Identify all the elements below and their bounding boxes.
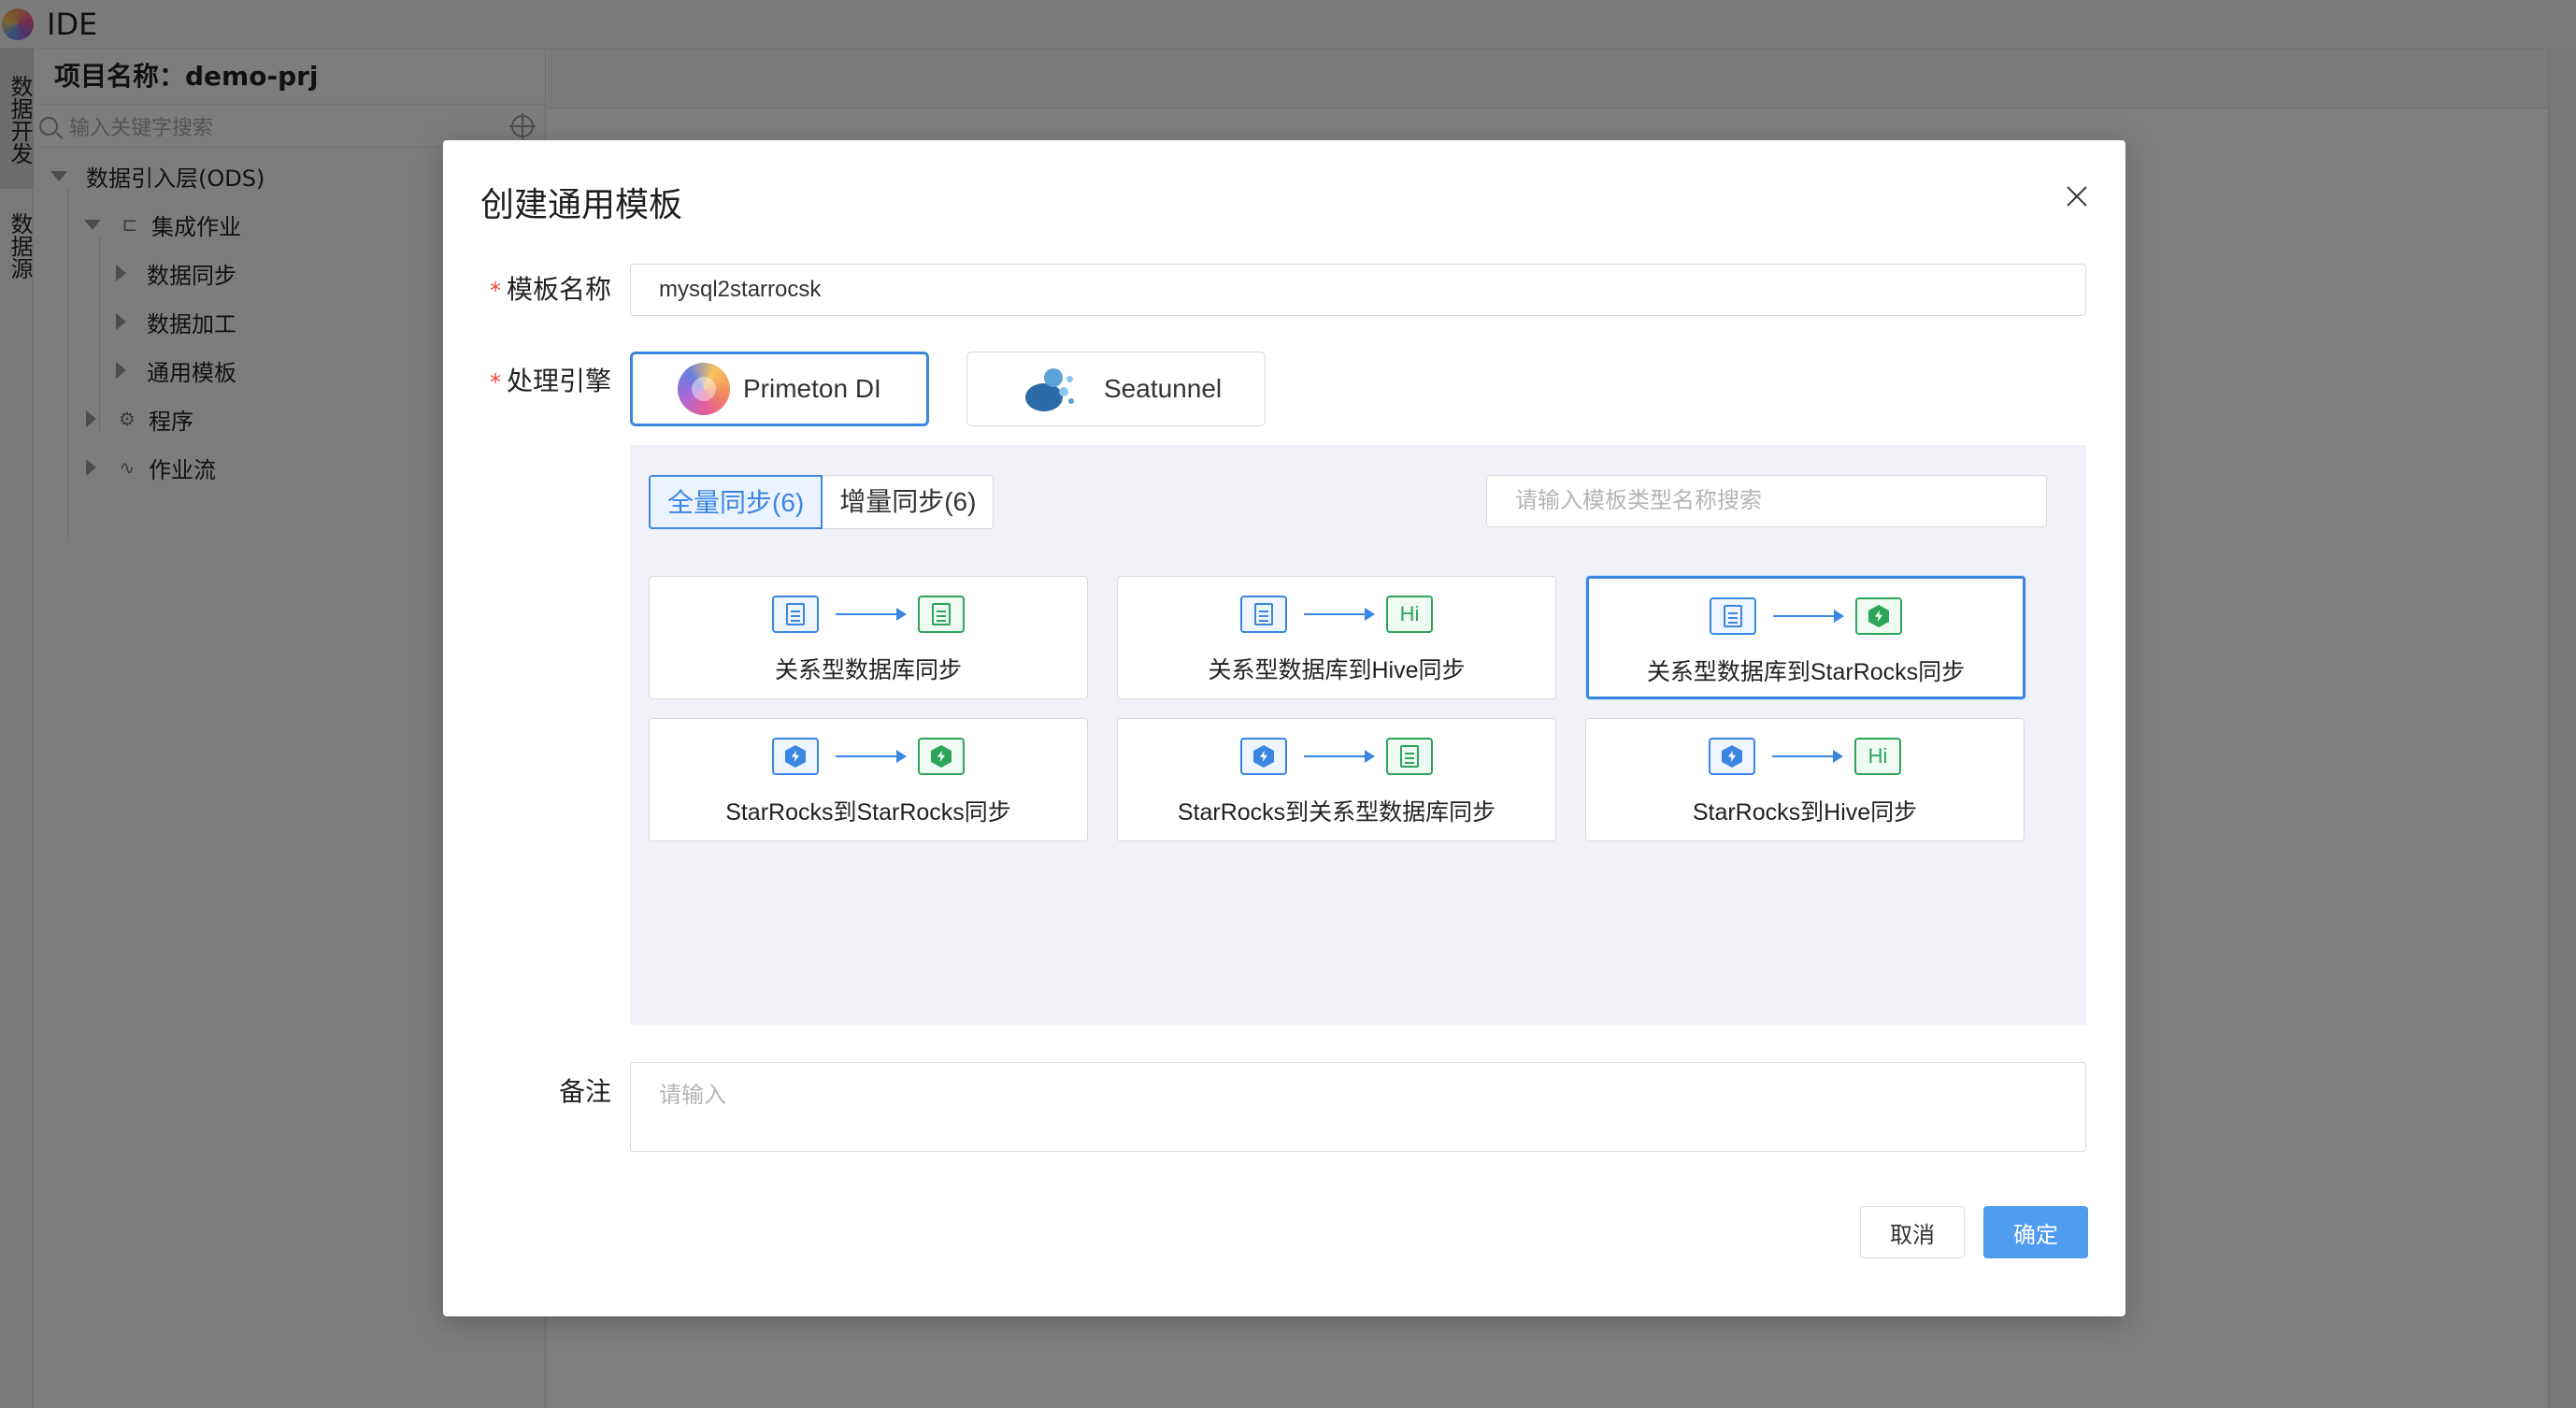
required-mark: * (489, 369, 501, 395)
hive-icon: Hi (1854, 738, 1901, 775)
database-doc-icon (1240, 596, 1287, 633)
database-doc-icon (1710, 597, 1756, 635)
arrow-right-icon (1304, 608, 1375, 621)
template-name-input[interactable] (630, 264, 2086, 316)
arrow-right-icon (1304, 750, 1375, 763)
template-panel: 全量同步(6) 增量同步(6) 关系型数据库同步 Hi 关系型数据库到Hive同… (630, 445, 2086, 1025)
template-card[interactable]: StarRocks到关系型数据库同步 (1117, 718, 1556, 841)
arrow-right-icon (1772, 750, 1843, 763)
template-card-selected[interactable]: 关系型数据库到StarRocks同步 (1586, 576, 2025, 699)
cancel-button[interactable]: 取消 (1860, 1206, 1965, 1258)
tab-incremental-sync[interactable]: 增量同步(6) (823, 475, 995, 529)
arrow-right-icon (1773, 610, 1844, 623)
seatunnel-logo-icon (1022, 363, 1078, 415)
hive-icon: Hi (1386, 596, 1433, 633)
primeton-logo-icon (678, 363, 730, 415)
confirm-button[interactable]: 确定 (1983, 1206, 2088, 1258)
starrocks-icon (1240, 738, 1287, 775)
required-mark: * (489, 278, 501, 304)
starrocks-icon (918, 738, 965, 775)
template-card-label: StarRocks到StarRocks同步 (725, 799, 1011, 826)
template-card[interactable]: StarRocks到StarRocks同步 (649, 718, 1088, 841)
engine-seatunnel-button[interactable]: Seatunnel (966, 352, 1266, 426)
starrocks-icon (1855, 597, 1902, 635)
arrow-right-icon (836, 750, 907, 763)
remark-textarea[interactable] (630, 1062, 2086, 1152)
engine-label: * 处理引擎 (489, 366, 611, 396)
template-search-input[interactable] (1486, 475, 2047, 527)
engine-primeton-button[interactable]: Primeton DI (630, 352, 929, 426)
close-icon[interactable] (2066, 185, 2088, 208)
starrocks-icon (772, 738, 819, 775)
template-card-label: 关系型数据库同步 (774, 657, 962, 683)
arrow-right-icon (836, 608, 907, 621)
remark-label: 备注 (558, 1076, 611, 1107)
template-card-label: 关系型数据库到StarRocks同步 (1646, 659, 1966, 685)
database-doc-icon (772, 596, 819, 633)
database-doc-icon (1386, 738, 1433, 775)
dialog-title: 创建通用模板 (480, 186, 683, 224)
sync-type-tabs: 全量同步(6) 增量同步(6) (649, 475, 995, 529)
database-doc-icon (918, 596, 965, 633)
template-card[interactable]: Hi 关系型数据库到Hive同步 (1117, 576, 1556, 699)
template-card-label: 关系型数据库到Hive同步 (1208, 657, 1466, 683)
template-card-label: StarRocks到Hive同步 (1692, 799, 1918, 826)
template-card-label: StarRocks到关系型数据库同步 (1177, 799, 1496, 826)
template-name-label: * 模板名称 (489, 274, 611, 305)
tab-full-sync[interactable]: 全量同步(6) (649, 475, 823, 529)
template-card[interactable]: Hi StarRocks到Hive同步 (1585, 718, 2025, 841)
template-card[interactable]: 关系型数据库同步 (649, 576, 1088, 699)
starrocks-icon (1709, 738, 1755, 775)
create-template-dialog: 创建通用模板 *模板名称 *处理引擎 Primeton DI Seatunnel… (443, 140, 2125, 1316)
